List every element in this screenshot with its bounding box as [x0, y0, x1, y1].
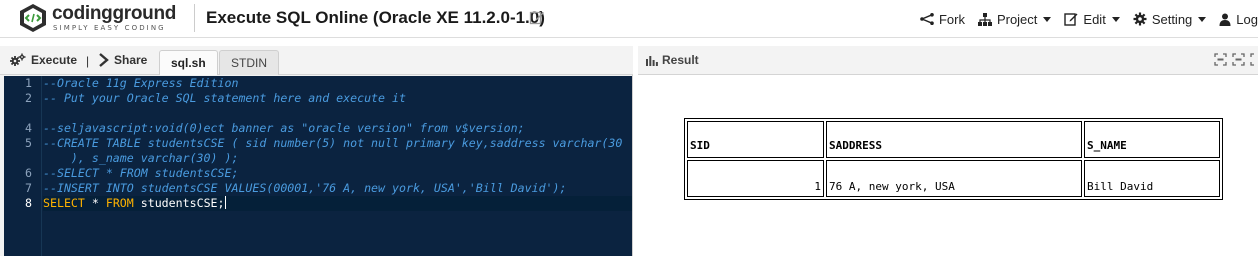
chevron-down-icon [1043, 16, 1052, 22]
expand-icon[interactable] [1214, 53, 1227, 66]
share-button[interactable]: Share [98, 53, 147, 67]
editor-toolbar: Execute | Share sql.sh STDIN [0, 46, 633, 75]
line-number-gutter: 1 2 4 5 6 7 8 [4, 76, 42, 256]
result-title-label: Result [662, 53, 699, 67]
edit-label: Edit [1083, 11, 1106, 27]
compress-icon[interactable] [1232, 53, 1245, 66]
login-button[interactable]: Log [1219, 12, 1258, 27]
code-line: -- Put your Oracle SQL statement here an… [43, 91, 406, 105]
keyword-from: FROM [105, 196, 134, 210]
result-table: SID SADDRESS S_NAME 1 76 A, new york, US… [684, 118, 1223, 200]
logo-icon [20, 4, 46, 32]
code-line-wrapped: ), s_name varchar(30) ); [43, 151, 239, 165]
result-title: Result [646, 53, 699, 67]
gears-icon [10, 53, 26, 66]
table-cell-sid: 1 [687, 160, 824, 197]
line-number: 2 [25, 91, 32, 105]
logo-tagline: SIMPLY EASY CODING [53, 24, 166, 32]
page-title: Execute SQL Online (Oracle XE 11.2.0-1.0… [206, 8, 545, 27]
project-icon [977, 12, 992, 26]
tab-sql-sh[interactable]: sql.sh [159, 50, 218, 75]
share-label: Share [114, 53, 148, 67]
execute-label: Execute [31, 53, 78, 67]
fork-button[interactable]: Fork [920, 12, 965, 27]
result-view-controls [1209, 53, 1258, 66]
login-label: Log [1236, 11, 1258, 27]
fork-label: Fork [938, 11, 965, 27]
fork-icon [920, 13, 934, 25]
gear-icon [1133, 12, 1147, 26]
table-header-row: SID SADDRESS S_NAME [687, 121, 1220, 158]
column-header-sid: SID [687, 121, 824, 158]
line-number: 1 [25, 76, 32, 90]
logo-text: codingground [52, 3, 177, 24]
code-token: studentsCSE; [133, 196, 225, 210]
code-line: --INSERT INTO studentsCSE VALUES(00001,'… [43, 181, 567, 195]
top-header: codingground SIMPLY EASY CODING Execute … [0, 0, 1258, 38]
code-line: --SELECT * FROM studentsCSE; [43, 166, 239, 180]
share-icon [99, 53, 109, 67]
chevron-down-icon [1198, 16, 1207, 22]
edit-menu[interactable]: Edit [1064, 11, 1120, 27]
line-number: 7 [25, 181, 32, 195]
bar-chart-icon [646, 55, 658, 66]
line-number-current: 8 [25, 196, 32, 210]
setting-label: Setting [1151, 11, 1193, 27]
line-number: 4 [25, 121, 32, 135]
header-divider [194, 4, 195, 32]
table-cell-s-name: Bill David [1084, 160, 1220, 197]
fullscreen-icon[interactable] [1250, 53, 1258, 66]
editor-pane: Execute | Share sql.sh STDIN 1 2 4 5 6 7… [0, 46, 633, 256]
table-row: 1 76 A, new york, USA Bill David [687, 160, 1220, 197]
result-pane: Result SID SADDRESS S_NAME 1 76 A, new y… [638, 46, 1258, 256]
text-cursor [224, 196, 226, 209]
edit-title-icon[interactable] [529, 9, 545, 25]
codingground-logo[interactable]: codingground SIMPLY EASY CODING [18, 3, 188, 35]
code-line: --seljavascript:void(0)ect banner as "or… [43, 121, 525, 135]
column-header-s-name: S_NAME [1084, 121, 1220, 158]
edit-icon [1064, 13, 1078, 26]
table-cell-saddress: 76 A, new york, USA [826, 160, 1082, 197]
project-menu[interactable]: Project [977, 11, 1052, 27]
execute-button[interactable]: Execute [10, 53, 77, 67]
project-label: Project [996, 11, 1038, 27]
top-nav: Fork Project Edit Setting Log [920, 9, 1258, 29]
line-number [4, 106, 32, 121]
line-number: 5 [25, 136, 32, 150]
toolbar-separator: | [86, 54, 90, 68]
chevron-down-icon [1111, 16, 1120, 22]
keyword-select: SELECT [43, 196, 85, 210]
code-editor[interactable]: 1 2 4 5 6 7 8 --Oracle 11g Express Editi… [4, 76, 632, 256]
code-area[interactable]: --Oracle 11g Express Edition -- Put your… [43, 76, 632, 256]
column-header-saddress: SADDRESS [826, 121, 1082, 158]
setting-menu[interactable]: Setting [1133, 11, 1207, 27]
code-line: --Oracle 11g Express Edition [43, 76, 239, 90]
line-number: 6 [25, 166, 32, 180]
line-number [4, 151, 32, 166]
user-icon [1219, 13, 1231, 26]
tab-stdin[interactable]: STDIN [219, 50, 279, 75]
code-line-current: SELECT * FROM studentsCSE; [43, 196, 226, 211]
code-token: * [84, 196, 106, 210]
code-line: --CREATE TABLE studentsCSE ( sid number(… [43, 136, 623, 150]
result-toolbar: Result [638, 46, 1258, 75]
